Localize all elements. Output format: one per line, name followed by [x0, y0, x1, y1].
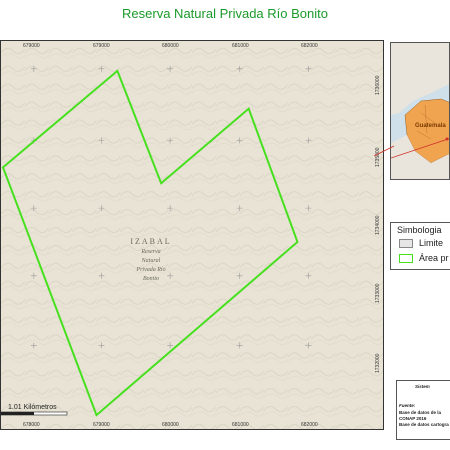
y-tick-right: 1733000	[375, 283, 381, 303]
map-title: Reserva Natural Privada Río Bonito	[122, 6, 328, 21]
x-tick-top: 679000	[23, 43, 40, 49]
terrain-background	[1, 41, 383, 429]
scale-bar	[0, 411, 68, 416]
inset-country-label: Guatemala	[415, 123, 446, 129]
legend-item-label: Limite	[419, 238, 444, 248]
x-tick-bottom: 682000	[301, 422, 318, 428]
reserve-label: Reserva Natural Privada Río Bonito	[116, 248, 186, 284]
legend-item-label: Área pr	[419, 253, 449, 263]
info-line: CONAP 2016	[399, 416, 427, 421]
info-source-label: Fuente:	[399, 403, 416, 408]
inset-map[interactable]: Guatemala	[390, 42, 450, 180]
x-tick-top: 680000	[162, 43, 179, 49]
inset-map-graphic	[391, 43, 449, 179]
x-tick-bottom: 680000	[162, 422, 179, 428]
reserve-label-line: Reserva	[141, 249, 161, 255]
x-tick-top: 682000	[301, 43, 318, 49]
legend: Simbologia Limite Área pr	[390, 222, 450, 270]
legend-swatch	[399, 254, 413, 264]
legend-swatch	[399, 239, 413, 249]
region-label: IZABAL	[130, 237, 172, 246]
y-tick-right: 1732000	[375, 353, 381, 373]
reserve-label-line: Bonito	[143, 276, 159, 282]
info-box: Sistem Fuente: Base de datos de la CONAP…	[396, 380, 450, 440]
legend-item-area: Área pr	[399, 253, 449, 264]
legend-item-limit: Limite	[399, 238, 444, 249]
y-tick-right: 1734000	[375, 215, 381, 235]
legend-title: Simbologia	[397, 225, 442, 235]
info-line: Base de datos cartogra	[399, 422, 449, 427]
info-heading: Sistem	[415, 384, 430, 389]
y-tick-right: 1736000	[375, 75, 381, 95]
x-tick-bottom: 679000	[93, 422, 110, 428]
reserve-label-line: Privada Río	[136, 267, 166, 273]
info-line: Base de datos de la	[399, 410, 442, 415]
main-map[interactable]: IZABAL Reserva Natural Privada Río Bonit…	[0, 40, 384, 430]
inset-leader-line	[374, 145, 394, 157]
reserve-label-line: Natural	[141, 258, 161, 264]
x-tick-bottom: 681000	[232, 422, 249, 428]
x-tick-top: 681000	[232, 43, 249, 49]
x-tick-top: 679000	[93, 43, 110, 49]
x-tick-bottom: 678000	[23, 422, 40, 428]
